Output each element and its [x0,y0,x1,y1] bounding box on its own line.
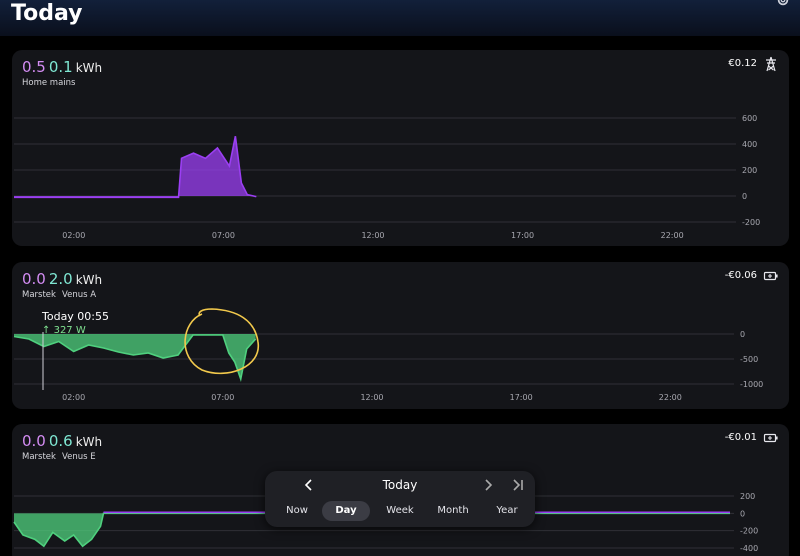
y-tick-label: 0 [740,509,745,518]
cost-value: -€0.06 [724,270,757,281]
cost-value: -€0.01 [724,432,757,443]
chart-tooltip: Today 00:55 ↑ 327 W [42,310,109,336]
import-value: 0.0 [22,432,46,450]
unit-label: kWh [75,273,103,287]
battery-icon [763,433,778,443]
import-value: 0.5 [22,58,46,76]
import-value: 0.0 [22,270,46,288]
y-tick-label: 200 [742,166,757,175]
x-tick-label: 17:00 [510,393,533,402]
period-tabs: Now Day Week Month Year [269,501,531,523]
arrow-up-icon: ↑ [42,325,51,336]
export-value: 2.0 [48,270,73,288]
x-tick-label: 22:00 [659,393,682,402]
energy-card-venus-a[interactable]: 0 -500 -1000 02:00 07:00 12:00 17:00 22:00 0.0 2… [12,262,789,409]
device-brand: Marstek [22,290,56,300]
period-navigator: Today Now Day Week Month Year [265,471,535,527]
gear-icon[interactable] [776,0,790,7]
card-subtitle: Home mains [22,78,75,88]
unit-label: kWh [75,61,103,75]
cost-value: €0.12 [728,58,757,69]
chevron-right-icon[interactable] [479,476,497,494]
power-pylon-icon [766,56,776,72]
series-area [14,136,257,198]
y-tick-label: -200 [742,218,760,227]
card-subtitle: Marstek Venus E [22,452,96,462]
y-tick-label: 0 [742,192,747,201]
page-title: Today [11,1,83,26]
tooltip-value: 327 W [53,325,86,336]
top-bar: Today [0,0,800,36]
x-tick-label: 12:00 [361,231,384,240]
y-tick-label: -1000 [740,380,763,389]
device-label: Home mains [22,78,76,88]
x-tick-label: 02:00 [62,393,85,402]
tab-week[interactable]: Week [377,501,423,521]
energy-values: 0.5 0.1 kWh [22,57,102,76]
y-tick-label: 200 [740,492,755,501]
device-model: Venus E [61,452,96,462]
battery-icon [763,271,778,281]
x-tick-label: 12:00 [360,393,383,402]
x-tick-label: 22:00 [661,231,684,240]
tooltip-time: Today 00:55 [42,310,110,323]
export-value: 0.6 [48,432,73,450]
export-value: 0.1 [48,58,73,76]
y-tick-label: -400 [740,544,758,553]
chart: 0 -500 -1000 02:00 07:00 12:00 17:00 22:00 [13,308,763,402]
x-tick-label: 07:00 [212,231,235,240]
card-subtitle: Marstek Venus A [22,290,96,300]
tab-month[interactable]: Month [428,501,478,521]
y-tick-label: -500 [740,355,758,364]
device-model: Venus A [61,290,97,300]
energy-values: 0.0 0.6 kWh [22,431,102,450]
x-tick-label: 02:00 [62,231,85,240]
y-tick-label: 400 [742,140,757,149]
y-tick-label: -200 [740,527,758,536]
unit-label: kWh [75,435,103,449]
chart: 600 400 200 0 -200 02:00 07:00 12:00 17:00 22:00 [14,114,760,240]
tooltip-value-row: ↑ 327 W [42,325,109,336]
tab-day[interactable]: Day [322,501,370,521]
tab-year[interactable]: Year [484,501,530,521]
y-tick-label: 0 [740,330,745,339]
tab-now[interactable]: Now [275,501,319,521]
x-tick-label: 17:00 [511,231,534,240]
energy-card-home-mains[interactable]: 600 400 200 0 -200 02:00 07:00 12:00 17:00 22:00 … [12,50,789,246]
energy-values: 0.0 2.0 kWh [22,269,102,288]
y-tick-label: 600 [742,114,757,123]
x-tick-label: 07:00 [211,393,234,402]
series-area [14,334,256,379]
skip-to-end-icon[interactable] [509,476,527,494]
device-brand: Marstek [22,452,56,462]
